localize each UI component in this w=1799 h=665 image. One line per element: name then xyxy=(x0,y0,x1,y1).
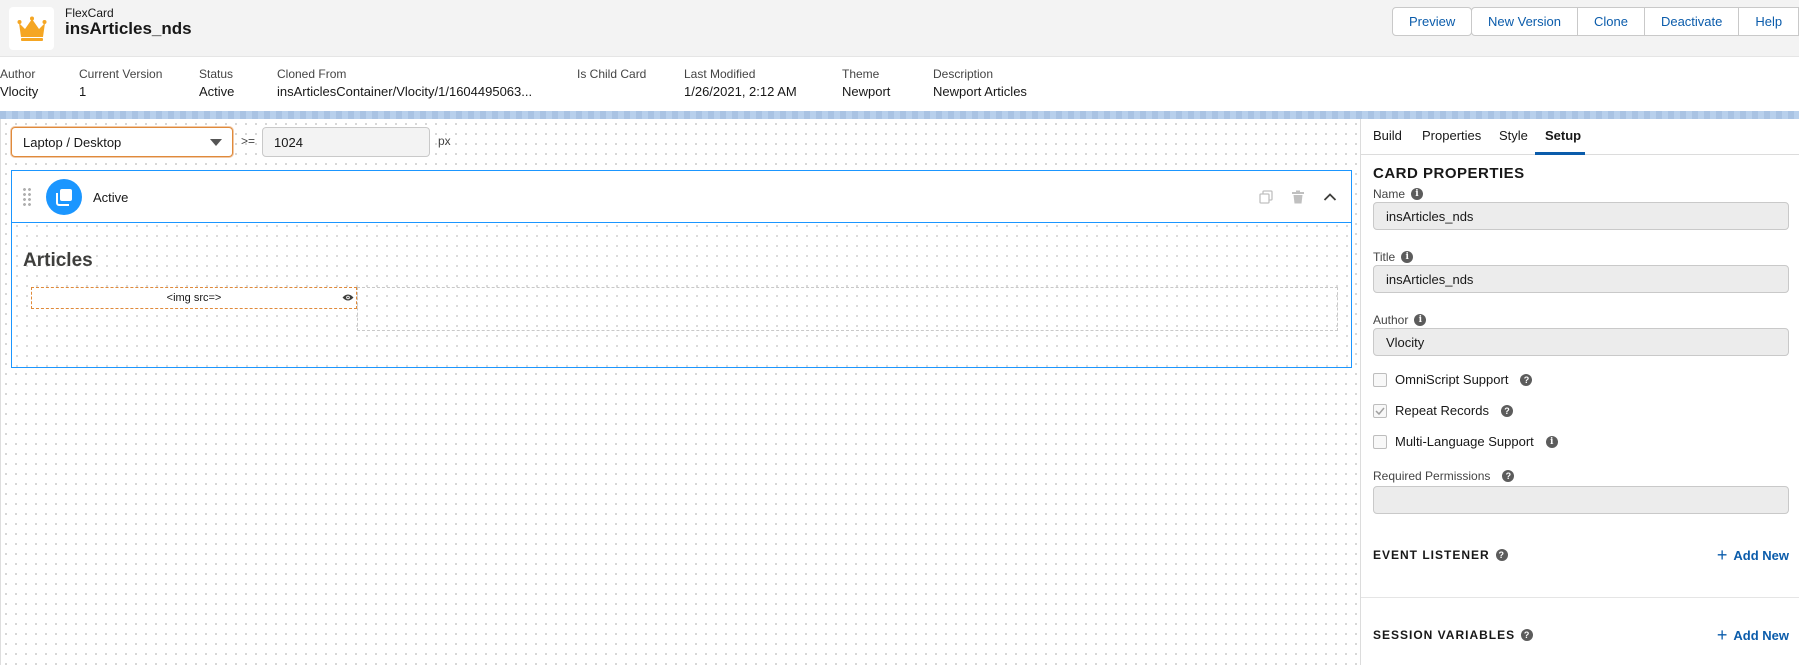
help-button[interactable]: Help xyxy=(1739,8,1799,35)
device-select[interactable]: Laptop / Desktop xyxy=(11,127,233,157)
copy-icon[interactable] xyxy=(1257,188,1275,206)
help-icon[interactable]: ? xyxy=(1502,470,1515,482)
tab-setup[interactable]: Setup xyxy=(1545,128,1581,143)
tab-properties[interactable]: Properties xyxy=(1422,128,1481,143)
design-canvas: Laptop / Desktop >= 1024 px Active Artic… xyxy=(0,119,1360,665)
highlight-current-version: Current Version 1 xyxy=(79,67,163,99)
required-permissions-input[interactable] xyxy=(1373,486,1789,514)
unit-label: px xyxy=(438,134,451,148)
highlights-panel: Author Vlocity Current Version 1 Status … xyxy=(0,57,1799,111)
image-element-text: <img src=> xyxy=(166,292,222,304)
caret-down-icon xyxy=(210,139,222,146)
trash-icon[interactable] xyxy=(1289,188,1307,206)
add-event-listener-button[interactable]: + Add New xyxy=(1717,546,1789,564)
checkmark-icon xyxy=(1375,407,1385,415)
new-version-button[interactable]: New Version xyxy=(1472,8,1578,35)
author-label: Author i xyxy=(1373,313,1427,327)
object-type-label: FlexCard xyxy=(65,6,114,20)
help-icon[interactable]: ? xyxy=(1520,373,1533,386)
active-tab-indicator xyxy=(1535,152,1585,155)
omniscript-support-checkbox[interactable] xyxy=(1373,372,1387,387)
operator-label: >= xyxy=(241,134,256,148)
multi-language-support-checkbox[interactable] xyxy=(1373,434,1387,449)
info-icon[interactable]: i xyxy=(1414,314,1427,326)
panel-tabs: Build Properties Style Setup xyxy=(1361,119,1799,155)
highlight-description: Description Newport Articles xyxy=(933,67,1027,99)
card-title[interactable]: Articles xyxy=(23,250,93,272)
tab-style[interactable]: Style xyxy=(1499,128,1528,143)
state-label: Active xyxy=(93,190,129,205)
highlight-last-modified: Last Modified 1/26/2021, 2:12 AM xyxy=(684,67,797,99)
name-input[interactable]: insArticles_nds xyxy=(1373,202,1789,230)
page-header: FlexCard insArticles_nds Preview New Ver… xyxy=(0,0,1799,57)
highlight-cloned-from: Cloned From insArticlesContainer/Vlocity… xyxy=(277,67,533,99)
add-session-variable-button[interactable]: + Add New xyxy=(1717,626,1789,644)
device-select-value: Laptop / Desktop xyxy=(23,134,122,150)
info-icon[interactable]: i xyxy=(1411,188,1424,200)
highlight-author: Author Vlocity xyxy=(0,67,39,99)
state-toolbar xyxy=(1257,185,1351,209)
breakpoint-width-input[interactable]: 1024 xyxy=(262,127,430,157)
plus-icon: + xyxy=(1716,625,1728,645)
event-listener-section: EVENT LISTENER ? + Add New xyxy=(1373,546,1789,564)
state-icon xyxy=(46,179,82,215)
deactivate-button[interactable]: Deactivate xyxy=(1645,8,1740,35)
info-icon[interactable]: i xyxy=(1401,251,1414,263)
record-name: insArticles_nds xyxy=(65,19,192,38)
highlight-theme: Theme Newport xyxy=(842,67,891,99)
drag-handle-icon[interactable] xyxy=(22,187,32,207)
element-drop-area[interactable] xyxy=(357,287,1338,331)
author-input[interactable]: Vlocity xyxy=(1373,328,1789,356)
section-divider xyxy=(1361,597,1799,598)
event-listener-title: EVENT LISTENER xyxy=(1373,548,1490,562)
repeat-records-checkbox[interactable] xyxy=(1373,403,1387,418)
repeat-records-row: Repeat Records ? xyxy=(1373,403,1513,418)
card-state-frame[interactable]: Active Articles <img src=> xyxy=(11,170,1352,368)
preview-button[interactable]: Preview xyxy=(1393,8,1471,35)
omniscript-support-row: OmniScript Support ? xyxy=(1373,372,1533,387)
state-header: Active xyxy=(12,171,1351,223)
help-icon[interactable]: ? xyxy=(1495,549,1508,561)
session-variables-section: SESSION VARIABLES ? + Add New xyxy=(1373,626,1789,644)
name-label: Name i xyxy=(1373,187,1424,201)
decorative-pattern-bar xyxy=(0,111,1799,119)
crown-icon xyxy=(9,7,54,50)
required-permissions-label: Required Permissions ? xyxy=(1373,469,1515,483)
highlight-status: Status Active xyxy=(199,67,235,99)
multi-language-support-row: Multi-Language Support i xyxy=(1373,434,1558,449)
preview-button-group: Preview xyxy=(1392,7,1473,36)
title-input[interactable]: insArticles_nds xyxy=(1373,265,1789,293)
properties-panel: Build Properties Style Setup CARD PROPER… xyxy=(1360,119,1799,665)
chevron-up-icon[interactable] xyxy=(1321,188,1339,206)
tab-build[interactable]: Build xyxy=(1373,128,1402,143)
plus-icon: + xyxy=(1716,545,1728,565)
action-button-group: New Version Clone Deactivate Help xyxy=(1471,7,1799,36)
help-icon[interactable]: ? xyxy=(1521,629,1534,641)
info-icon[interactable]: i xyxy=(1545,435,1558,448)
title-label: Title i xyxy=(1373,250,1414,264)
eye-icon[interactable] xyxy=(342,293,354,305)
clone-button[interactable]: Clone xyxy=(1578,8,1645,35)
session-variables-title: SESSION VARIABLES xyxy=(1373,628,1516,642)
help-icon[interactable]: ? xyxy=(1500,404,1513,417)
image-element[interactable]: <img src=> xyxy=(31,287,357,309)
card-properties-heading: CARD PROPERTIES xyxy=(1373,165,1525,182)
highlight-is-child-card: Is Child Card xyxy=(577,67,647,81)
